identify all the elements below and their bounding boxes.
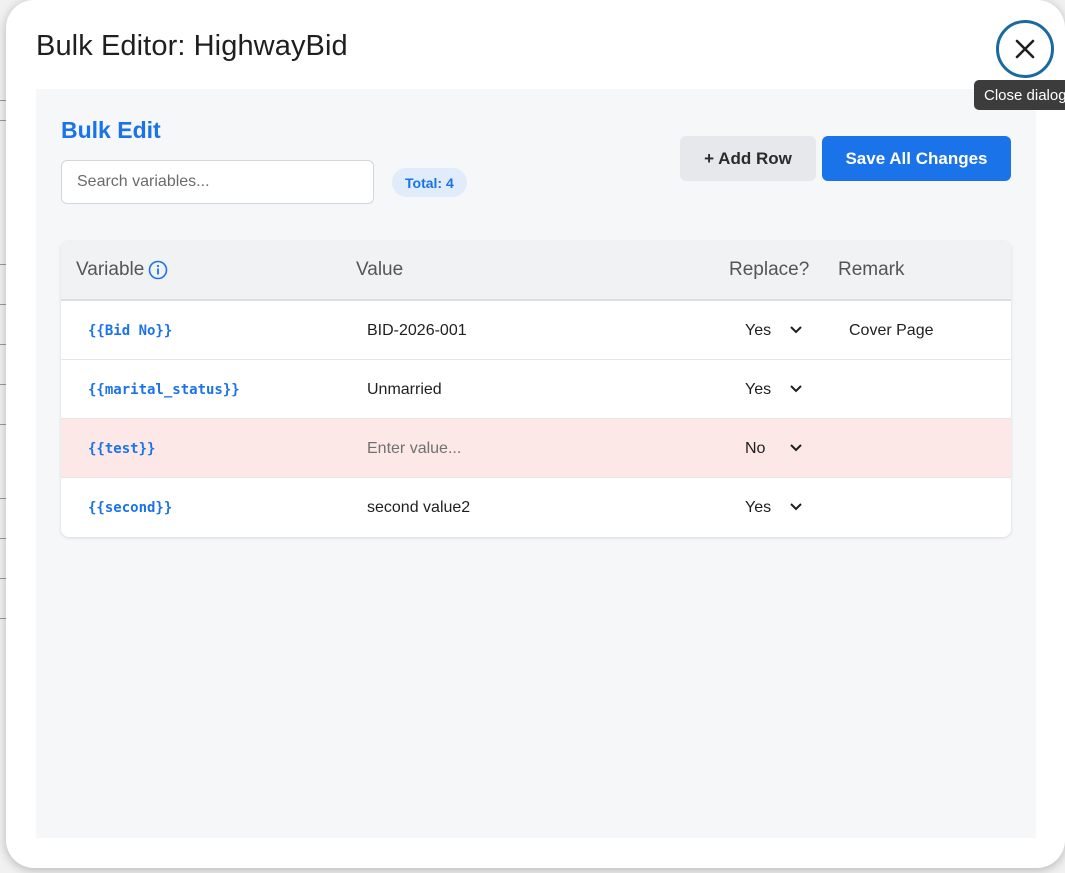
table-row: {{Bid No}} Yes Cover Page [61, 301, 1011, 360]
value-input[interactable] [357, 370, 687, 410]
chevron-down-icon [790, 503, 802, 511]
variable-name: {{test}} [88, 440, 156, 457]
variables-table: Variable Value Replace? Remark {{Bid No}… [61, 241, 1011, 537]
table-row: {{marital_status}} Yes [61, 360, 1011, 419]
replace-selected: Yes [745, 499, 772, 516]
replace-select[interactable]: Yes [737, 493, 807, 523]
table-row: {{test}} No [61, 419, 1011, 478]
table-header: Variable Value Replace? Remark [61, 241, 1011, 301]
replace-select[interactable]: Yes [737, 316, 807, 346]
variable-name: {{second}} [88, 499, 173, 516]
chevron-down-icon [790, 326, 802, 334]
chevron-down-icon [790, 444, 802, 452]
value-input[interactable] [357, 429, 687, 469]
value-input[interactable] [357, 311, 687, 351]
remark-text: Cover Page [849, 321, 934, 339]
search-input[interactable] [61, 160, 374, 204]
info-icon[interactable] [148, 260, 168, 280]
header-value: Value [356, 259, 404, 280]
panel-heading: Bulk Edit [61, 117, 161, 143]
chevron-down-icon [790, 385, 802, 393]
replace-selected: No [745, 440, 766, 457]
variable-name: {{marital_status}} [88, 381, 240, 398]
save-all-changes-button[interactable]: Save All Changes [822, 136, 1011, 181]
variable-name: {{Bid No}} [88, 322, 173, 339]
replace-selected: Yes [745, 322, 772, 339]
value-input[interactable] [357, 488, 687, 528]
add-row-button[interactable]: + Add Row [680, 136, 816, 181]
header-variable-label: Variable [76, 259, 145, 280]
replace-select[interactable]: No [737, 434, 807, 464]
total-count-badge: Total: 4 [392, 168, 467, 197]
close-dialog-button[interactable] [996, 20, 1054, 78]
bulk-editor-dialog: Bulk Editor: HighwayBid Bulk Edit Total:… [6, 0, 1065, 868]
header-remark: Remark [838, 259, 905, 280]
replace-selected: Yes [745, 381, 772, 398]
bulk-edit-panel: Bulk Edit Total: 4 + Add Row Save All Ch… [36, 89, 1036, 838]
table-row: {{second}} Yes [61, 478, 1011, 537]
dialog-title: Bulk Editor: HighwayBid [36, 30, 348, 62]
close-icon [1015, 39, 1035, 59]
close-dialog-tooltip: Close dialog [974, 80, 1065, 110]
replace-select[interactable]: Yes [737, 375, 807, 405]
header-variable: Variable [76, 241, 168, 299]
header-replace: Replace? [729, 259, 810, 280]
